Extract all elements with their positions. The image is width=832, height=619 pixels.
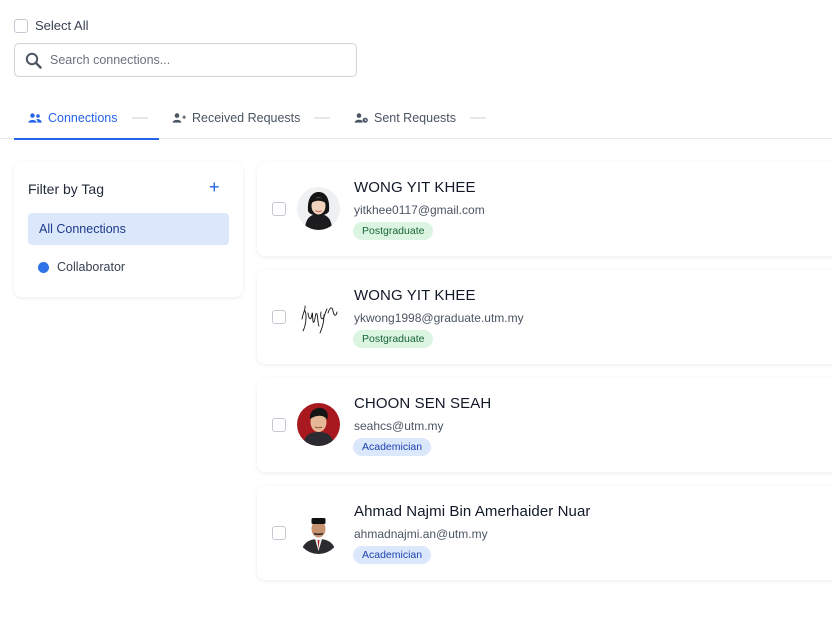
status-badge: Academician xyxy=(353,438,432,456)
tab-received-requests-label: Received Requests xyxy=(192,110,301,125)
filter-item-all-connections[interactable]: All Connections xyxy=(28,213,229,245)
avatar xyxy=(297,511,340,554)
select-all-label: Select All xyxy=(35,18,89,33)
avatar xyxy=(297,295,340,338)
connection-name: WONG YIT KHEE xyxy=(354,287,476,304)
status-badge: Postgraduate xyxy=(353,330,434,348)
filter-title: Filter by Tag xyxy=(28,181,104,197)
tag-color-dot xyxy=(38,261,49,273)
connection-card[interactable]: Ahmad Najmi Bin Amerhaider Nuar ahmadnaj… xyxy=(257,486,832,580)
tab-connections-count-placeholder xyxy=(131,116,148,119)
filter-by-tag-panel: Filter by Tag + All Connections Collabor… xyxy=(14,162,243,297)
tab-received-count-placeholder xyxy=(314,116,331,119)
connection-card[interactable]: WONG YIT KHEE ykwong1998@graduate.utm.my… xyxy=(257,270,832,364)
connection-card[interactable]: CHOON SEN SEAH seahcs@utm.my Academician xyxy=(257,378,832,472)
select-all[interactable]: Select All xyxy=(14,18,88,33)
filter-item-label: All Connections xyxy=(39,222,126,236)
tab-connections-label: Connections xyxy=(48,110,118,125)
status-badge: Postgraduate xyxy=(353,222,434,240)
search-box[interactable] xyxy=(14,43,357,77)
connection-checkbox[interactable] xyxy=(272,310,286,324)
avatar xyxy=(297,187,340,230)
filter-item-label: Collaborator xyxy=(57,260,126,274)
tab-sent-requests-label: Sent Requests xyxy=(374,110,456,125)
filter-item-collaborator[interactable]: Collaborator xyxy=(38,260,125,274)
user-plus-icon xyxy=(172,112,186,123)
select-all-checkbox[interactable] xyxy=(14,18,28,33)
connection-email: seahcs@utm.my xyxy=(354,419,444,433)
connection-card[interactable]: WONG YIT KHEE yitkhee0117@gmail.com Post… xyxy=(257,162,832,256)
tab-received-requests[interactable]: Received Requests xyxy=(158,96,331,139)
connection-checkbox[interactable] xyxy=(272,418,286,432)
connection-name: WONG YIT KHEE xyxy=(354,179,476,196)
status-badge: Academician xyxy=(353,546,432,564)
avatar xyxy=(297,403,340,446)
connection-name: Ahmad Najmi Bin Amerhaider Nuar xyxy=(354,503,591,520)
connection-email: yitkhee0117@gmail.com xyxy=(354,203,485,217)
tab-sent-requests[interactable]: Sent Requests xyxy=(340,96,486,139)
connection-checkbox[interactable] xyxy=(272,202,286,216)
tab-bar: Connections Received Requests Sent Reque… xyxy=(0,96,832,140)
search-input[interactable] xyxy=(50,53,330,67)
tab-connections[interactable]: Connections xyxy=(14,96,159,140)
connection-email: ykwong1998@graduate.utm.my xyxy=(354,311,524,325)
user-clock-icon xyxy=(354,112,368,123)
connection-name: CHOON SEN SEAH xyxy=(354,395,492,412)
add-tag-button[interactable]: + xyxy=(209,178,220,196)
connection-checkbox[interactable] xyxy=(272,526,286,540)
tab-sent-count-placeholder xyxy=(470,116,486,119)
connection-email: ahmadnajmi.an@utm.my xyxy=(354,527,488,541)
users-icon xyxy=(28,112,42,123)
search-icon xyxy=(25,52,42,69)
